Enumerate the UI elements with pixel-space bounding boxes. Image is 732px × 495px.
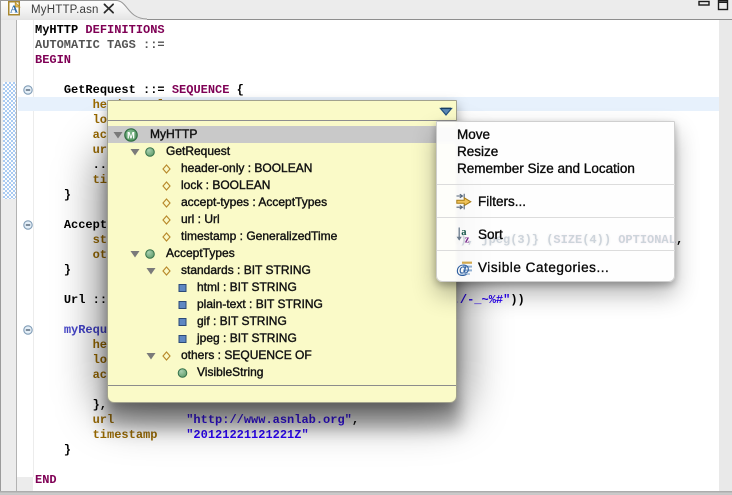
svg-text:z: z xyxy=(465,235,470,245)
svg-text:M: M xyxy=(127,131,135,142)
svg-text:A: A xyxy=(10,4,18,16)
svg-text:@: @ xyxy=(456,261,470,277)
